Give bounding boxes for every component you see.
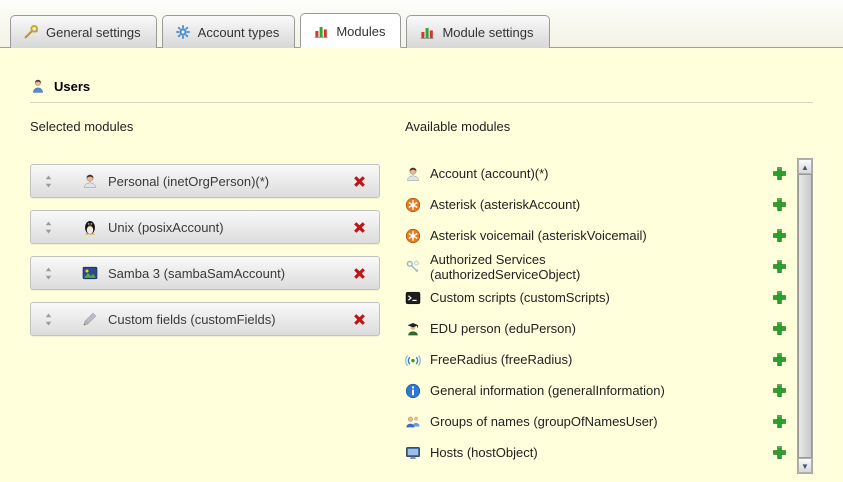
drag-handle-icon[interactable] bbox=[43, 267, 54, 280]
add-module-icon[interactable] bbox=[772, 414, 787, 429]
scroll-up-icon[interactable]: ▲ bbox=[798, 159, 812, 174]
add-module-icon[interactable] bbox=[772, 321, 787, 336]
selected-module-row[interactable]: Personal (inetOrgPerson)(*) bbox=[30, 164, 380, 198]
pencil-icon bbox=[82, 311, 98, 327]
tab-label: Module settings bbox=[442, 25, 533, 40]
tux-icon bbox=[82, 219, 98, 235]
drag-handle-icon[interactable] bbox=[43, 313, 54, 326]
scrollbar-thumb[interactable] bbox=[798, 174, 812, 458]
available-module-label: Authorized Services (authorizedServiceOb… bbox=[430, 252, 692, 282]
selected-modules-list: Personal (inetOrgPerson)(*) Unix (posixA… bbox=[30, 164, 380, 336]
tab-account-types[interactable]: Account types bbox=[162, 15, 296, 48]
add-module-icon[interactable] bbox=[772, 259, 787, 274]
add-module-icon[interactable] bbox=[772, 352, 787, 367]
tab-general-settings[interactable]: General settings bbox=[10, 15, 157, 48]
scroll-down-icon[interactable]: ▼ bbox=[798, 458, 812, 473]
selected-module-row[interactable]: Samba 3 (sambaSamAccount) bbox=[30, 256, 380, 290]
info-icon bbox=[405, 383, 421, 399]
available-module-row: Asterisk (asteriskAccount) bbox=[405, 189, 797, 220]
add-module-icon[interactable] bbox=[772, 290, 787, 305]
available-module-row: General information (generalInformation) bbox=[405, 375, 797, 406]
tab-label: Modules bbox=[336, 24, 385, 39]
asterisk-icon bbox=[405, 228, 421, 244]
person-icon bbox=[82, 173, 98, 189]
available-module-row: Authorized Services (authorizedServiceOb… bbox=[405, 251, 797, 282]
available-module-label: Asterisk voicemail (asteriskVoicemail) bbox=[430, 228, 647, 243]
modules-config-page: General settings Account types Modules M… bbox=[0, 0, 843, 482]
available-module-label: FreeRadius (freeRadius) bbox=[430, 352, 572, 367]
add-module-icon[interactable] bbox=[772, 445, 787, 460]
tab-label: Account types bbox=[198, 25, 280, 40]
available-module-label: Asterisk (asteriskAccount) bbox=[430, 197, 580, 212]
available-module-row: Custom scripts (customScripts) bbox=[405, 282, 797, 313]
available-module-label: General information (generalInformation) bbox=[430, 383, 665, 398]
gear-icon bbox=[175, 24, 191, 40]
terminal-icon bbox=[405, 290, 421, 306]
available-module-row: Hosts (hostObject) bbox=[405, 437, 797, 468]
available-modules-column: Available modules Account (account)(*) A… bbox=[405, 119, 813, 474]
add-module-icon[interactable] bbox=[772, 228, 787, 243]
available-module-label: Custom scripts (customScripts) bbox=[430, 290, 610, 305]
edu-person-icon bbox=[405, 321, 421, 337]
services-icon bbox=[405, 259, 421, 275]
available-module-row: Groups of names (groupOfNamesUser) bbox=[405, 406, 797, 437]
remove-module-icon[interactable] bbox=[352, 266, 367, 281]
users-section-heading: Users bbox=[30, 78, 813, 103]
group-icon bbox=[405, 414, 421, 430]
remove-module-icon[interactable] bbox=[352, 174, 367, 189]
modules-chart-icon bbox=[313, 23, 329, 39]
tab-module-settings[interactable]: Module settings bbox=[406, 15, 549, 48]
selected-module-label: Personal (inetOrgPerson)(*) bbox=[108, 174, 269, 189]
tab-bar: General settings Account types Modules M… bbox=[0, 0, 843, 48]
available-module-label: Groups of names (groupOfNamesUser) bbox=[430, 414, 658, 429]
tab-label: General settings bbox=[46, 25, 141, 40]
radius-icon bbox=[405, 352, 421, 368]
available-module-row: Asterisk voicemail (asteriskVoicemail) bbox=[405, 220, 797, 251]
available-module-label: Account (account)(*) bbox=[430, 166, 549, 181]
modules-chart-icon bbox=[419, 24, 435, 40]
selected-module-row[interactable]: Unix (posixAccount) bbox=[30, 210, 380, 244]
section-title: Users bbox=[54, 79, 90, 94]
remove-module-icon[interactable] bbox=[352, 220, 367, 235]
selected-module-label: Unix (posixAccount) bbox=[108, 220, 224, 235]
wrench-icon bbox=[23, 24, 39, 40]
drag-handle-icon[interactable] bbox=[43, 175, 54, 188]
tab-modules[interactable]: Modules bbox=[300, 13, 401, 48]
selected-module-row[interactable]: Custom fields (customFields) bbox=[30, 302, 380, 336]
user-icon bbox=[30, 78, 46, 94]
available-module-label: EDU person (eduPerson) bbox=[430, 321, 576, 336]
selected-modules-heading: Selected modules bbox=[30, 119, 380, 134]
samba-icon bbox=[82, 265, 98, 281]
person-icon bbox=[405, 166, 421, 182]
selected-modules-column: Selected modules Personal (inetOrgPerson… bbox=[30, 119, 380, 474]
remove-module-icon[interactable] bbox=[352, 312, 367, 327]
selected-module-label: Custom fields (customFields) bbox=[108, 312, 276, 327]
add-module-icon[interactable] bbox=[772, 166, 787, 181]
add-module-icon[interactable] bbox=[772, 383, 787, 398]
available-module-row: FreeRadius (freeRadius) bbox=[405, 344, 797, 375]
available-module-row: EDU person (eduPerson) bbox=[405, 313, 797, 344]
available-modules-scrollbar[interactable]: ▲ ▼ bbox=[797, 158, 813, 474]
selected-module-label: Samba 3 (sambaSamAccount) bbox=[108, 266, 285, 281]
available-module-label: Hosts (hostObject) bbox=[430, 445, 538, 460]
host-icon bbox=[405, 445, 421, 461]
available-modules-heading: Available modules bbox=[405, 119, 813, 134]
available-module-row: Account (account)(*) bbox=[405, 158, 797, 189]
add-module-icon[interactable] bbox=[772, 197, 787, 212]
asterisk-icon bbox=[405, 197, 421, 213]
drag-handle-icon[interactable] bbox=[43, 221, 54, 234]
available-modules-list: Account (account)(*) Asterisk (asteriskA… bbox=[405, 158, 797, 474]
